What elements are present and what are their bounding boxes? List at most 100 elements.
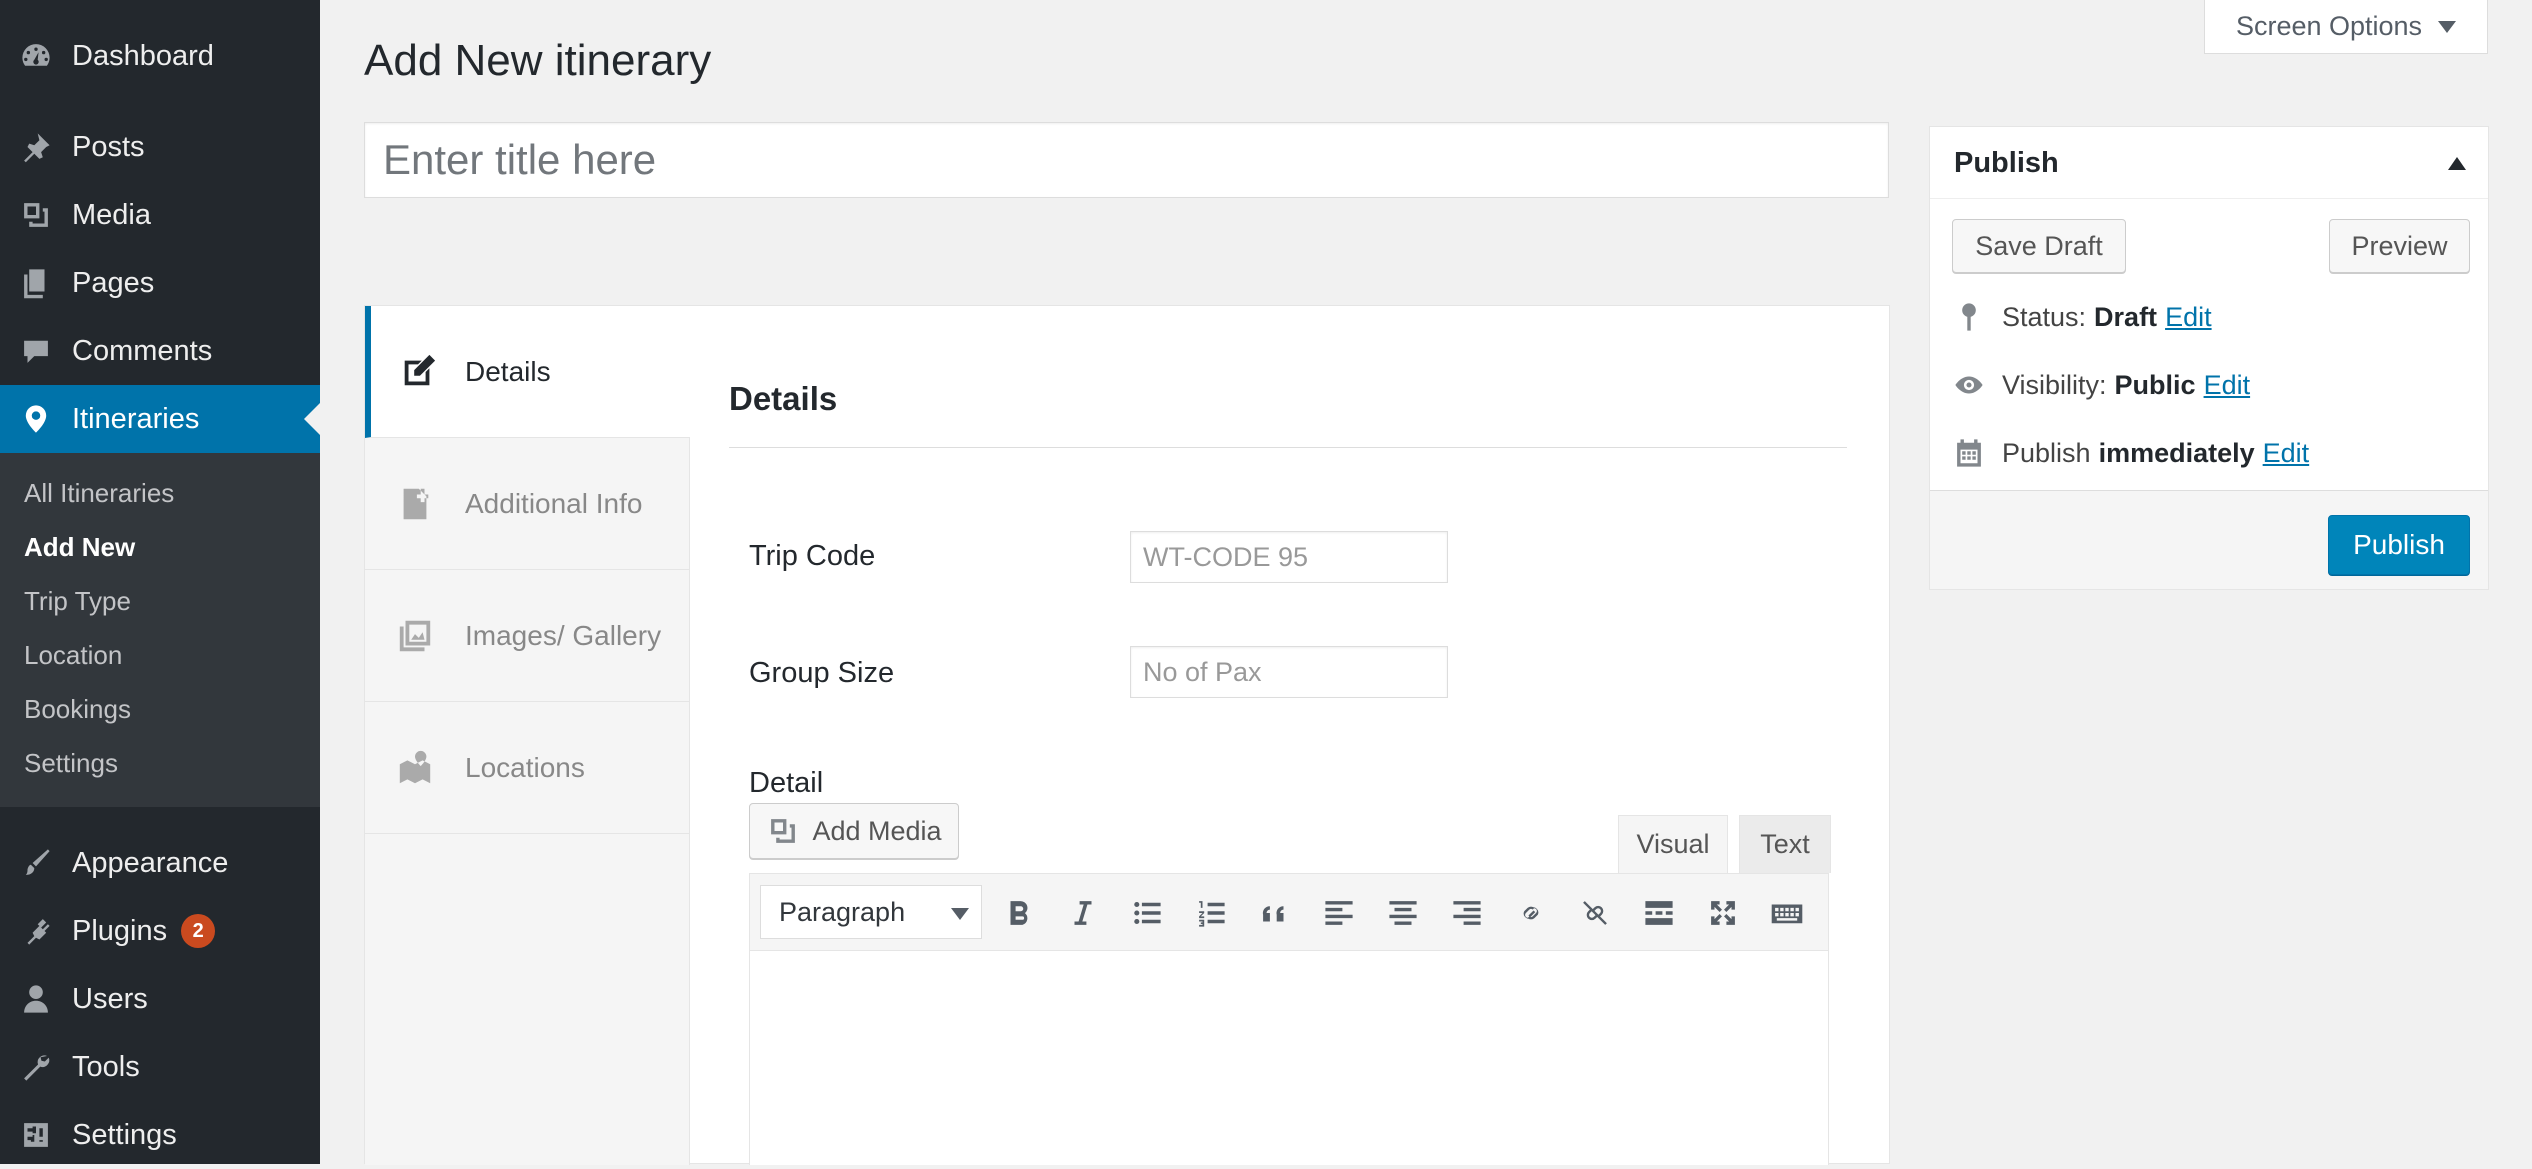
update-count-badge: 2 xyxy=(181,914,216,948)
menu-item-label: Dashboard xyxy=(72,39,214,72)
gallery-icon xyxy=(365,617,465,655)
preview-button[interactable]: Preview xyxy=(2329,219,2470,273)
menu-item-label: Pages xyxy=(72,266,155,299)
save-draft-button[interactable]: Save Draft xyxy=(1952,219,2126,273)
format-select[interactable]: Paragraph xyxy=(760,885,982,939)
menu-item-label: Posts xyxy=(72,130,145,163)
unlink-icon[interactable] xyxy=(1576,894,1614,932)
editor-tab-visual[interactable]: Visual xyxy=(1618,815,1728,873)
menu-item-label: Tools xyxy=(72,1050,140,1083)
align-right-icon[interactable] xyxy=(1448,894,1486,932)
tab-label: Additional Info xyxy=(465,487,643,519)
tab-label: Images/ Gallery xyxy=(465,619,662,651)
menu-item-appearance[interactable]: Appearance xyxy=(0,829,320,897)
screen-options-label: Screen Options xyxy=(2235,11,2423,41)
menu-item-label: Users xyxy=(72,982,148,1015)
submenu-all-itineraries[interactable]: All Itineraries xyxy=(24,473,174,513)
panel-heading: Details xyxy=(729,380,838,417)
blockquote-icon[interactable] xyxy=(1256,894,1294,932)
bullet-list-icon[interactable] xyxy=(1128,894,1166,932)
toolbar-toggle-icon[interactable] xyxy=(1768,894,1806,932)
menu-item-label: Media xyxy=(72,198,151,231)
editor-tab-text[interactable]: Text xyxy=(1739,815,1831,873)
pushpin-icon xyxy=(0,130,72,164)
menu-item-dashboard[interactable]: Dashboard xyxy=(0,22,320,90)
edit-status-link[interactable]: Edit xyxy=(2165,302,2212,333)
menu-item-posts[interactable]: Posts xyxy=(0,113,320,181)
tab-details[interactable]: Details xyxy=(365,306,690,438)
screen-options-button[interactable]: Screen Options xyxy=(2204,0,2488,54)
group-size-label: Group Size xyxy=(749,657,895,689)
publish-date-value: immediately xyxy=(2098,437,2255,468)
status-row: Status: Draft Edit xyxy=(1952,297,2212,337)
group-size-input[interactable] xyxy=(1130,646,1448,698)
settings-sliders-icon xyxy=(0,1118,72,1152)
collapse-toggle-icon[interactable] xyxy=(2448,157,2466,170)
bold-icon[interactable] xyxy=(1000,894,1038,932)
visibility-value: Public xyxy=(2114,369,2196,400)
publish-box-title: Publish xyxy=(1954,147,2059,179)
submenu-settings[interactable]: Settings xyxy=(24,743,118,783)
menu-item-pages[interactable]: Pages xyxy=(0,249,320,317)
edit-page-icon xyxy=(371,353,465,391)
paintbrush-icon xyxy=(0,846,72,880)
publish-box-header[interactable]: Publish xyxy=(1930,127,2488,199)
metabox-tabs: Details Additional Info Images/ Gallery … xyxy=(365,306,690,1165)
fullscreen-icon[interactable] xyxy=(1704,894,1742,932)
menu-item-media[interactable]: Media xyxy=(0,181,320,249)
menu-item-label: Itineraries xyxy=(72,402,200,435)
format-select-value: Paragraph xyxy=(779,896,906,927)
map-icon xyxy=(365,749,465,787)
tab-images-gallery[interactable]: Images/ Gallery xyxy=(365,570,689,702)
menu-item-itineraries[interactable]: Itineraries xyxy=(0,385,320,453)
plugin-icon xyxy=(0,914,72,948)
visibility-label: Visibility: xyxy=(2002,369,2107,400)
align-left-icon[interactable] xyxy=(1320,894,1358,932)
visibility-row: Visibility: Public Edit xyxy=(1952,365,2250,405)
status-label: Status: xyxy=(2002,301,2087,332)
location-pin-icon xyxy=(0,402,72,436)
menu-item-plugins[interactable]: Plugins 2 xyxy=(0,897,320,965)
menu-item-users[interactable]: Users xyxy=(0,965,320,1033)
edit-publish-date-link[interactable]: Edit xyxy=(2263,438,2310,469)
menu-item-label: Plugins xyxy=(72,914,168,947)
publish-actions: Publish xyxy=(1930,490,2488,589)
wrench-icon xyxy=(0,1050,72,1084)
editor-content-area[interactable] xyxy=(749,950,1829,1165)
submenu-add-new[interactable]: Add New xyxy=(24,527,135,567)
menu-item-comments[interactable]: Comments xyxy=(0,317,320,385)
status-value: Draft xyxy=(2094,301,2158,332)
comment-icon xyxy=(0,334,72,368)
title-input[interactable] xyxy=(364,122,1889,198)
italic-icon[interactable] xyxy=(1064,894,1102,932)
divider xyxy=(729,447,1847,448)
menu-item-tools[interactable]: Tools xyxy=(0,1033,320,1101)
user-icon xyxy=(0,982,72,1016)
menu-item-settings[interactable]: Settings xyxy=(0,1101,320,1169)
publish-button[interactable]: Publish xyxy=(2328,515,2470,575)
submenu-trip-type[interactable]: Trip Type xyxy=(24,581,131,621)
editor-toolbar: Paragraph xyxy=(749,873,1829,951)
add-page-icon xyxy=(365,485,465,523)
read-more-icon[interactable] xyxy=(1640,894,1678,932)
add-media-button[interactable]: Add Media xyxy=(749,803,959,859)
tab-locations[interactable]: Locations xyxy=(365,702,689,834)
publish-box: Publish Save Draft Preview Status: Draft… xyxy=(1929,126,2489,590)
numbered-list-icon[interactable] xyxy=(1192,894,1230,932)
tab-label: Locations xyxy=(465,751,585,783)
submenu-location[interactable]: Location xyxy=(24,635,122,675)
chevron-down-icon xyxy=(2438,20,2457,33)
submenu-bookings[interactable]: Bookings xyxy=(24,689,131,729)
itinerary-details-metabox: Details Additional Info Images/ Gallery … xyxy=(364,305,1890,1165)
detail-label: Detail xyxy=(749,767,824,799)
edit-visibility-link[interactable]: Edit xyxy=(2204,370,2251,401)
media-icon xyxy=(0,198,72,232)
eye-icon xyxy=(1955,376,1983,394)
link-icon[interactable] xyxy=(1512,894,1550,932)
trip-code-input[interactable] xyxy=(1130,531,1448,583)
tab-additional-info[interactable]: Additional Info xyxy=(365,438,689,570)
key-pin-icon xyxy=(1962,303,1976,331)
align-center-icon[interactable] xyxy=(1384,894,1422,932)
add-media-label: Add Media xyxy=(812,815,942,846)
admin-sidebar: Dashboard Posts Media Pages Comments Iti… xyxy=(0,0,320,1164)
